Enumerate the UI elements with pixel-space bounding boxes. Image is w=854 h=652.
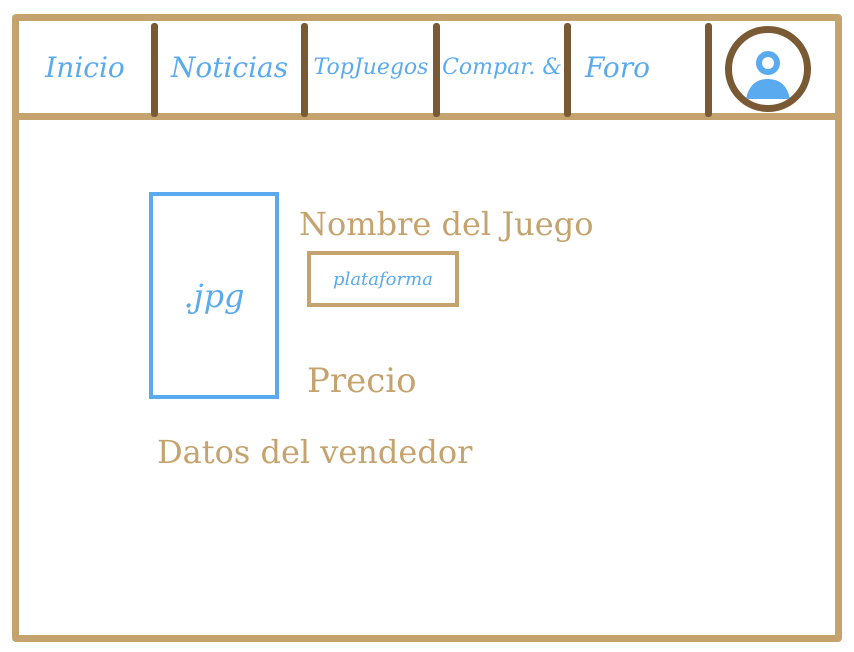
nav-noticias[interactable]: Noticias — [158, 21, 301, 113]
user-avatar-button[interactable] — [725, 26, 811, 112]
platform-badge: plataforma — [307, 251, 459, 307]
nav-inicio[interactable]: Inicio — [19, 21, 151, 113]
nav-divider — [564, 23, 571, 117]
nav-comparar[interactable]: Compar. & — [440, 21, 564, 113]
image-placeholder-label: .jpg — [183, 276, 245, 315]
game-price: Precio — [307, 361, 417, 401]
game-title: Nombre del Juego — [299, 205, 594, 243]
top-navbar: Inicio Noticias TopJuegos Compar. & Foro — [19, 21, 835, 120]
nav-divider — [705, 23, 712, 117]
game-image-placeholder: .jpg — [149, 192, 279, 399]
nav-topjuegos[interactable]: TopJuegos — [308, 21, 434, 113]
nav-divider — [151, 23, 158, 117]
nav-divider — [301, 23, 308, 117]
seller-info: Datos del vendedor — [157, 433, 473, 471]
app-frame: Inicio Noticias TopJuegos Compar. & Foro… — [12, 14, 842, 642]
nav-foro[interactable]: Foro — [571, 21, 701, 113]
nav-divider — [433, 23, 440, 117]
user-avatar-icon — [746, 51, 790, 99]
